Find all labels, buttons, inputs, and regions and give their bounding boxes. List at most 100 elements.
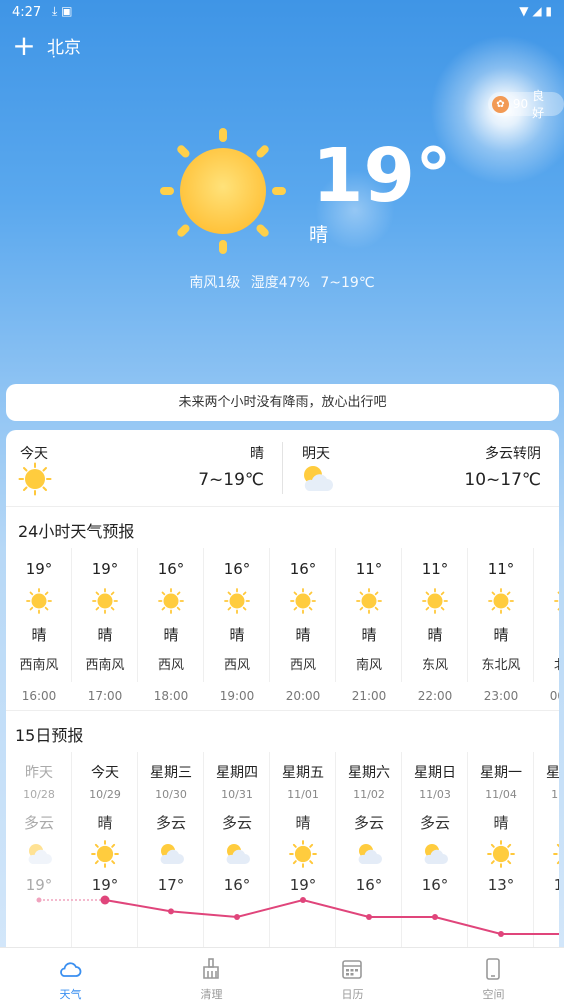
hourly-condition: 晴 (493, 626, 509, 644)
daily-date: 11/02 (353, 788, 385, 801)
hourly-condition: 晴 (97, 626, 113, 644)
daily-condition: 多云 (419, 814, 450, 832)
hourly-time: 18:00 (153, 689, 189, 703)
tomorrow-range: 10~17℃ (464, 470, 541, 490)
hourly-item[interactable]: 11° 晴东风 22:00 (402, 548, 468, 708)
partly-cloudy-icon (304, 466, 333, 491)
daily-forecast[interactable]: 昨天 10/28 多云 19° 今天 10/29 晴 19° 星期三 10/30 多云 17° 星期四 1… (6, 752, 559, 950)
hourly-forecast[interactable]: 19° 晴西南风 16:00 19° 晴西南风 17:00 16° 晴西风 18:00 16° 晴西… (6, 548, 559, 708)
daily-date: 11/05 (551, 788, 559, 801)
humidity-info: 湿度47% (250, 275, 310, 291)
aqi-value: 90 (512, 97, 529, 111)
hourly-time: 21:00 (351, 689, 387, 703)
hourly-wind: 东北风 (481, 658, 521, 673)
a-icon: ▣ (61, 4, 73, 18)
daily-weekday: 星期三 (150, 765, 192, 781)
trend-point (432, 914, 438, 920)
hourly-condition: 晴 (427, 626, 443, 644)
tomorrow-summary[interactable]: 明天 多云转阴 10~17℃ (282, 430, 559, 506)
download-icon: ⤓ (52, 4, 58, 18)
broom-icon (199, 957, 223, 981)
plus-icon[interactable]: + (12, 32, 36, 60)
hourly-item[interactable]: 11° 晴南风 21:00 (336, 548, 402, 708)
hourly-time: 00:00 (549, 689, 559, 703)
hourly-wind: 北风 (534, 654, 559, 673)
hourly-temp: 16° (157, 560, 185, 578)
hourly-time: 16:00 (21, 689, 57, 703)
current-details: 南风1级 湿度47% 7~19℃ (0, 272, 564, 292)
nav-broom[interactable]: 清理 (141, 948, 282, 1004)
sun-icon (422, 588, 448, 614)
sun-icon (356, 588, 382, 614)
tomorrow-label: 明天 (302, 446, 330, 462)
daily-date: 10/31 (221, 788, 253, 801)
daily-weekday: 星期六 (348, 765, 390, 781)
divider (6, 506, 559, 507)
trend-point (300, 897, 306, 903)
hourly-item[interactable]: 6° 晴北风 00:00 (534, 548, 559, 708)
hourly-condition: 晴 (31, 626, 47, 644)
hourly-wind: 西风 (289, 658, 316, 673)
hourly-temp: 19° (91, 560, 119, 578)
hourly-temp: 6° (534, 560, 559, 578)
daily-date: 10/30 (155, 788, 187, 801)
daily-date: 11/04 (485, 788, 517, 801)
partly-cloudy-icon (25, 840, 53, 868)
sun-icon (553, 840, 559, 868)
hourly-condition: 晴 (229, 626, 245, 644)
partly-cloudy-icon (421, 840, 449, 868)
daily-condition: 晴 (493, 814, 509, 832)
sun-icon (554, 588, 559, 614)
hourly-item[interactable]: 11° 晴东北风 23:00 (468, 548, 534, 708)
today-summary[interactable]: 今天 晴 7~19℃ (6, 430, 282, 506)
leaf-icon: ✿ (492, 95, 509, 113)
hourly-time: 17:00 (87, 689, 123, 703)
nav-label: 日历 (341, 988, 364, 1001)
wifi-icon: ▼ (519, 4, 529, 18)
signal-icon: ◢ (532, 4, 542, 18)
daily-condition: 多云 (23, 814, 54, 832)
hourly-condition: 晴 (361, 626, 377, 644)
hourly-item[interactable]: 19° 晴西南风 17:00 (72, 548, 138, 708)
daily-condition: 晴 (97, 814, 113, 832)
partly-cloudy-icon (223, 840, 251, 868)
sun-icon (488, 588, 514, 614)
hourly-item[interactable]: 16° 晴西风 20:00 (270, 548, 336, 708)
daily-weekday: 今天 (91, 765, 119, 781)
daily-date: 10/29 (89, 788, 121, 801)
rain-notice[interactable]: 未来两个小时没有降雨，放心出行吧 (6, 384, 559, 421)
daily-condition: 晴 (534, 812, 559, 833)
nav-phone[interactable]: 空间 (423, 948, 564, 1004)
daily-date: 10/28 (23, 788, 55, 801)
hourly-time: 20:00 (285, 689, 321, 703)
aqi-badge[interactable]: ✿ 90 良好 (488, 89, 564, 120)
hourly-wind: 东风 (421, 658, 448, 673)
hourly-item[interactable]: 16° 晴西风 18:00 (138, 548, 204, 708)
temperature-trend-chart (36, 895, 559, 937)
cloud-icon (58, 957, 82, 981)
wind-info: 南风1级 (189, 275, 241, 291)
daily-weekday: 星期四 (216, 765, 258, 781)
sun-icon (91, 840, 119, 868)
hourly-item[interactable]: 16° 晴西风 19:00 (204, 548, 270, 708)
partly-cloudy-icon (355, 840, 383, 868)
divider (6, 710, 559, 711)
hourly-wind: 西南风 (85, 658, 125, 673)
hourly-temp: 11° (487, 560, 515, 578)
today-range: 7~19℃ (198, 470, 264, 490)
trend-point (168, 908, 174, 915)
hourly-item[interactable]: 19° 晴西南风 16:00 (6, 548, 72, 708)
sun-icon (18, 462, 52, 496)
sun-icon (160, 128, 286, 254)
current-temperature: 19° (312, 133, 452, 219)
sun-icon (487, 840, 515, 868)
hourly-wind: 西风 (157, 658, 184, 673)
sun-icon (92, 588, 118, 614)
nav-calendar[interactable]: 日历 (282, 948, 423, 1004)
status-bar: 4:27 ⤓ ▣ ▼ ◢ ▮ (0, 0, 564, 26)
hourly-wind: 西风 (223, 658, 250, 673)
sun-icon (290, 588, 316, 614)
daily-date: 11/01 (287, 788, 319, 801)
status-time: 4:27 (12, 5, 42, 20)
nav-cloud[interactable]: 天气 (0, 948, 141, 1004)
